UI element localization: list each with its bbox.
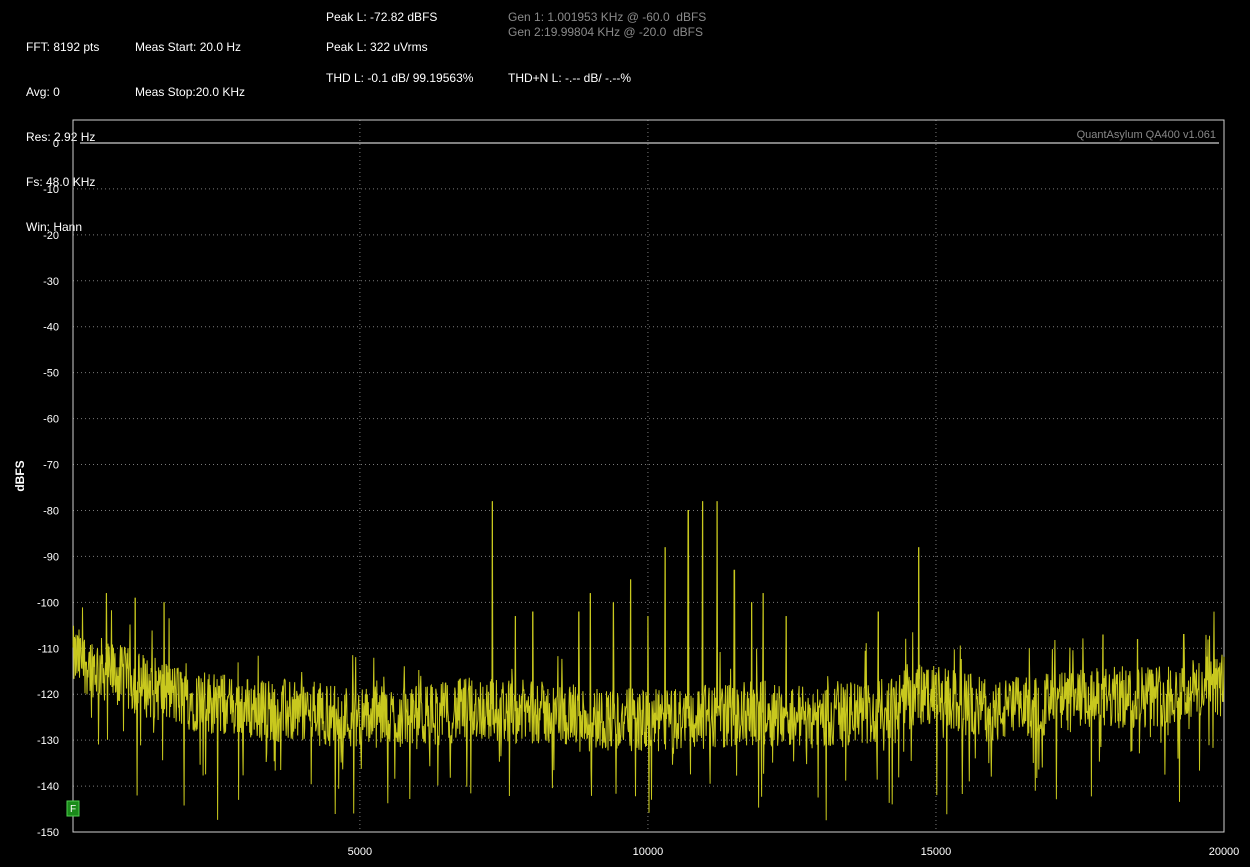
y-ticks: 0 -10 -20 -30 -40 -50 -60 -70 -80 -90 -100 -110 -120… — [37, 138, 59, 839]
y-tick-label: -20 — [43, 230, 59, 242]
y-tick-label: -70 — [43, 460, 59, 472]
x-tick-label: 5000 — [348, 846, 372, 858]
y-tick-label: -100 — [37, 597, 59, 609]
y-tick-label: -80 — [43, 505, 59, 517]
y-tick-label: -120 — [37, 689, 59, 701]
x-tick-label: 20000 — [1209, 846, 1240, 858]
brand-label: QuantAsylum QA400 v1.061 — [1077, 129, 1216, 141]
y-tick-label: -90 — [43, 551, 59, 563]
marker-label: F — [70, 804, 76, 815]
x-tick-label: 10000 — [633, 846, 664, 858]
y-tick-label: -40 — [43, 322, 59, 334]
x-tick-label: 15000 — [921, 846, 952, 858]
spectrum-trace — [72, 501, 1225, 821]
x-ticks: 5000 10000 15000 20000 — [348, 846, 1240, 858]
y-tick-label: -50 — [43, 368, 59, 380]
y-tick-label: -130 — [37, 735, 59, 747]
y-tick-label: -60 — [43, 414, 59, 426]
y-tick-label: -110 — [38, 643, 59, 655]
y-tick-label: -140 — [37, 781, 59, 793]
y-tick-label: 0 — [53, 138, 59, 150]
y-axis-label: dBFS — [13, 460, 27, 491]
y-tick-label: -30 — [43, 276, 59, 288]
y-tick-label: -150 — [37, 827, 59, 839]
y-tick-label: -10 — [43, 184, 59, 196]
spectrum-chart[interactable]: 0 -10 -20 -30 -40 -50 -60 -70 -80 -90 -100 -110 -120… — [0, 0, 1250, 867]
f-marker[interactable]: F — [66, 800, 80, 817]
